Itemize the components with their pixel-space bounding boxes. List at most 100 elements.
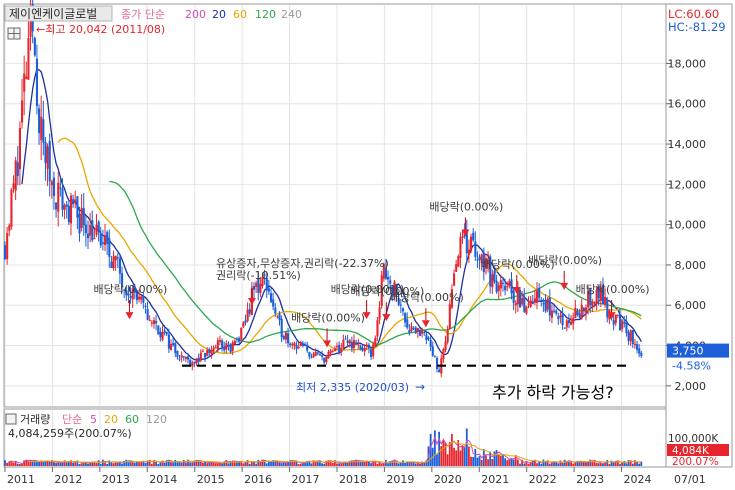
candle-body: [536, 290, 539, 303]
y-tick-label: 6,000: [675, 299, 707, 312]
candle-body: [255, 282, 258, 288]
volume-bar: [336, 463, 338, 466]
candle-body: [23, 73, 26, 92]
candle-body: [191, 362, 194, 367]
candle-body: [89, 225, 92, 236]
volume-bar: [602, 464, 604, 466]
candle-body: [163, 330, 166, 333]
candle-body: [38, 108, 41, 134]
ma-legend-20: 20: [212, 8, 226, 21]
stock-title: 제이엔케이글로벌: [9, 7, 97, 21]
candle-body: [12, 183, 15, 189]
candle-body: [76, 196, 79, 218]
volume-bar: [116, 462, 119, 466]
candle-body: [218, 340, 222, 342]
volume-bar: [297, 464, 300, 466]
volume-bar: [465, 428, 468, 466]
volume-bar: [55, 462, 57, 466]
volume-bar: [106, 464, 109, 466]
candle-body: [491, 274, 494, 288]
volume-bar: [180, 462, 183, 466]
volume-bar: [248, 463, 251, 466]
volume-bar: [468, 446, 470, 466]
candle-body: [631, 329, 634, 345]
volume-bar: [172, 462, 175, 466]
candle-body: [582, 307, 585, 311]
volume-bar: [461, 445, 464, 466]
volume-toggle-icon[interactable]: [5, 413, 17, 425]
candle-body: [565, 320, 568, 328]
volume-bar: [227, 463, 230, 466]
candle-body: [204, 352, 207, 358]
candle-body: [114, 255, 117, 261]
volume-bar: [163, 462, 166, 466]
volume-bar: [78, 464, 81, 466]
volume-bar: [125, 459, 128, 466]
right-axis-frame: [665, 3, 733, 468]
candle-body: [142, 296, 145, 303]
candle-body: [363, 348, 366, 352]
lc-label: LC:60.60: [668, 7, 719, 21]
volume-bar: [482, 449, 485, 466]
candle-body: [282, 336, 285, 340]
candle-body: [361, 347, 364, 351]
candle-body: [278, 313, 281, 321]
candle-body: [246, 309, 249, 321]
volume-bar: [65, 462, 68, 466]
candle-body: [212, 347, 215, 352]
volume-bar: [514, 455, 517, 466]
y-tick-label: 18,000: [668, 57, 707, 70]
x-tick-label: 2012: [54, 473, 82, 486]
candle-body: [504, 285, 507, 291]
candle-body: [338, 345, 341, 353]
volume-bar: [274, 461, 277, 466]
candle-body: [318, 354, 322, 356]
candle-body: [387, 277, 390, 280]
candle-body: [559, 315, 562, 318]
candle-body: [221, 340, 224, 348]
volume-bar: [380, 464, 383, 466]
candle-body: [295, 344, 298, 349]
candle-body: [550, 310, 554, 318]
volume-bar: [18, 464, 21, 466]
volume-bar: [242, 463, 245, 466]
candle-body: [412, 328, 415, 330]
volume-bar: [367, 461, 370, 466]
candle-body: [612, 320, 615, 325]
volume-bar: [487, 459, 489, 466]
volume-bar: [387, 463, 389, 466]
candle-body: [8, 225, 11, 231]
current-volume-pct-label: 200.07%: [672, 456, 719, 468]
candle-body: [629, 330, 632, 342]
y-tick-label: 12,000: [668, 178, 707, 191]
candle-body: [335, 346, 339, 348]
candle-body: [540, 299, 543, 302]
volume-bar: [574, 462, 577, 466]
candle-body: [401, 308, 405, 312]
annotation-label: 권리락(-10.51%): [216, 269, 301, 282]
candle-body: [59, 187, 62, 189]
candle-body: [35, 58, 39, 107]
candle-body: [225, 343, 228, 350]
volume-bar: [170, 462, 172, 466]
candle-body: [348, 340, 351, 344]
volume-bar: [216, 463, 219, 466]
candle-body: [176, 350, 179, 357]
candle-body: [44, 142, 47, 164]
candle-body: [91, 220, 94, 241]
volume-bar: [140, 461, 143, 466]
candle-body: [208, 349, 211, 353]
candle-body: [227, 344, 230, 346]
candle-body: [299, 342, 302, 347]
volume-bar: [299, 463, 302, 466]
candle-body: [497, 285, 500, 291]
candle-body: [108, 238, 111, 257]
candle-body: [580, 304, 583, 319]
candle-body: [189, 359, 192, 366]
volume-ma-5: 5: [90, 413, 97, 426]
candle-body: [276, 316, 279, 318]
candle-body: [101, 242, 104, 244]
candle-body: [42, 119, 45, 143]
candle-body: [312, 353, 315, 357]
candle-body: [106, 232, 109, 244]
